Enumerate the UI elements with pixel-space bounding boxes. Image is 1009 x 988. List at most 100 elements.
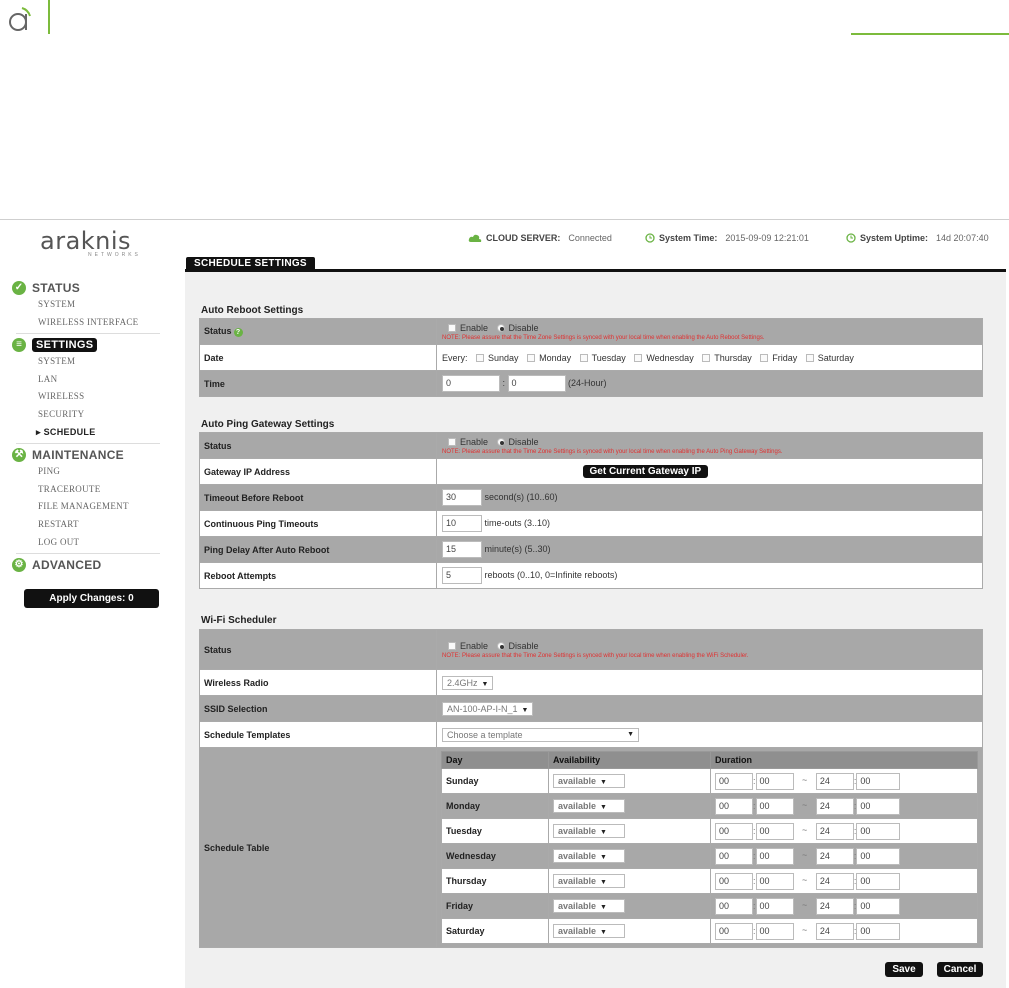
nav-status-system[interactable]: SYSTEM	[12, 296, 160, 314]
templates-select[interactable]: Choose a template ▼	[442, 727, 639, 742]
start-hour-input[interactable]: 00	[715, 797, 753, 815]
nav-advanced[interactable]: ⚙ ADVANCED	[12, 556, 160, 573]
availability-select[interactable]: available ▼	[553, 799, 625, 813]
nav-maintenance-traceroute[interactable]: TRACEROUTE	[12, 481, 160, 499]
end-hour-input[interactable]: 24	[815, 822, 854, 840]
availability-select[interactable]: available ▼	[553, 874, 625, 888]
start-minute-input[interactable]: 00	[755, 822, 794, 840]
end-minute-input[interactable]: 00	[856, 797, 901, 815]
delay-input[interactable]: 15	[442, 541, 482, 558]
schedule-header-row: Day Availability Duration	[441, 751, 978, 769]
nav-maintenance-restart[interactable]: RESTART	[12, 516, 160, 534]
ping-disable-radio[interactable]	[496, 438, 505, 447]
start-minute-input[interactable]: 00	[755, 922, 794, 940]
ping-status-label: Status	[199, 432, 437, 459]
nav-maintenance-file-management[interactable]: FILE MANAGEMENT	[12, 498, 160, 516]
nav-maintenance[interactable]: ⚒ MAINTENANCE	[12, 446, 160, 463]
nav-settings-system[interactable]: SYSTEM	[12, 353, 160, 371]
start-hour-input[interactable]: 00	[715, 922, 753, 940]
get-gateway-ip-button[interactable]: Get Current Gateway IP	[582, 465, 709, 478]
cancel-button[interactable]: Cancel	[937, 962, 983, 977]
nav-settings[interactable]: ≡ SETTINGS	[12, 336, 160, 353]
end-minute-input[interactable]: 00	[856, 822, 901, 840]
nav-maintenance-logout[interactable]: LOG OUT	[12, 534, 160, 552]
start-hour-input[interactable]: 00	[715, 822, 753, 840]
main-panel: Auto Reboot Settings Status? Enable Disa…	[185, 269, 1006, 988]
availability-select[interactable]: available ▼	[553, 924, 625, 938]
availability-select[interactable]: available ▼	[553, 849, 625, 863]
end-hour-input[interactable]: 24	[815, 872, 854, 890]
ssid-select[interactable]: AN-100-AP-I-N_1 ▼	[442, 701, 534, 716]
end-hour-input[interactable]: 24	[815, 772, 854, 790]
day-checkbox-wednesday[interactable]	[634, 354, 643, 363]
apply-changes-button[interactable]: Apply Changes: 0	[24, 589, 159, 608]
nav-settings-security[interactable]: SECURITY	[12, 406, 160, 424]
start-minute-input[interactable]: 00	[755, 897, 794, 915]
radio-value: 2.4GHz ▼	[436, 669, 983, 696]
nav-maintenance-ping[interactable]: PING	[12, 463, 160, 481]
end-hour-input[interactable]: 24	[815, 897, 854, 915]
day-checkbox-monday[interactable]	[527, 354, 536, 363]
day-checkbox-saturday[interactable]	[805, 354, 814, 363]
end-hour-input[interactable]: 24	[815, 922, 854, 940]
day-checkbox-tuesday[interactable]	[579, 354, 588, 363]
chevron-down-icon: ▼	[600, 879, 607, 886]
nav-status[interactable]: ✓ STATUS	[12, 279, 160, 296]
end-minute-input[interactable]: 00	[856, 872, 901, 890]
day-label: Monday	[539, 352, 572, 363]
end-minute-input[interactable]: 00	[856, 847, 901, 865]
uptime-value: 14d 20:07:40	[936, 233, 989, 243]
ping-enable-checkbox[interactable]	[448, 438, 456, 447]
wifi-enable-checkbox[interactable]	[448, 642, 456, 651]
availability-select[interactable]: available ▼	[553, 774, 625, 788]
delay-value: 15 minute(s) (5..30)	[436, 536, 983, 563]
availability-select[interactable]: available ▼	[553, 899, 625, 913]
ssid-label: SSID Selection	[199, 695, 437, 722]
availability-value: available	[558, 926, 597, 936]
nav-settings-label: SETTINGS	[32, 337, 98, 352]
attempts-input[interactable]: 5	[442, 567, 482, 584]
reboot-hour-input[interactable]: 0	[442, 375, 500, 392]
attempts-unit: reboots (0..10, 0=Infinite reboots)	[484, 569, 618, 580]
reboot-enable-label: Enable	[460, 322, 489, 333]
nav-settings-lan[interactable]: LAN	[12, 371, 160, 389]
day-checkbox-sunday[interactable]	[476, 354, 485, 363]
header-duration: Duration	[710, 751, 978, 769]
start-minute-input[interactable]: 00	[755, 797, 794, 815]
day-checkbox-thursday[interactable]	[702, 354, 711, 363]
time-unit-label: (24-Hour)	[568, 377, 607, 388]
day-checkbox-friday[interactable]	[760, 354, 769, 363]
reboot-date-value: Every: Sunday Monday Tuesday Wednesday T…	[436, 344, 983, 371]
start-hour-input[interactable]: 00	[715, 872, 753, 890]
end-hour-input[interactable]: 24	[815, 847, 854, 865]
start-minute-input[interactable]: 00	[755, 872, 794, 890]
start-hour-input[interactable]: 00	[715, 897, 753, 915]
end-minute-input[interactable]: 00	[856, 772, 901, 790]
start-minute-input[interactable]: 00	[755, 847, 794, 865]
ping-note: NOTE: Please assure that the Time Zone S…	[442, 448, 783, 455]
save-button[interactable]: Save	[885, 962, 923, 977]
availability-select[interactable]: available ▼	[553, 824, 625, 838]
help-icon[interactable]: ?	[233, 327, 243, 337]
header-day: Day	[441, 751, 549, 769]
wifi-disable-radio[interactable]	[496, 642, 505, 651]
nav-status-wireless-interface[interactable]: WIRELESS INTERFACE	[12, 314, 160, 332]
reboot-time-row: Time 0 : 0 (24-Hour)	[199, 370, 983, 397]
time-value: 2015-09-09 12:21:01	[725, 233, 809, 243]
radio-select[interactable]: 2.4GHz ▼	[442, 675, 494, 690]
start-minute-input[interactable]: 00	[755, 772, 794, 790]
nav-settings-wireless[interactable]: WIRELESS	[12, 388, 160, 406]
end-minute-input[interactable]: 00	[856, 922, 901, 940]
timeout-input[interactable]: 30	[442, 489, 482, 506]
start-hour-input[interactable]: 00	[715, 847, 753, 865]
start-hour-input[interactable]: 00	[715, 772, 753, 790]
cloud-label: CLOUD SERVER:	[486, 233, 561, 243]
reboot-disable-radio[interactable]	[496, 324, 505, 333]
reboot-enable-checkbox[interactable]	[448, 324, 456, 333]
nav-settings-schedule[interactable]: ▸ SCHEDULE	[12, 424, 160, 442]
gateway-ip-input[interactable]	[442, 463, 580, 480]
end-hour-input[interactable]: 24	[815, 797, 854, 815]
continuous-input[interactable]: 10	[442, 515, 482, 532]
end-minute-input[interactable]: 00	[856, 897, 901, 915]
reboot-minute-input[interactable]: 0	[507, 375, 566, 392]
